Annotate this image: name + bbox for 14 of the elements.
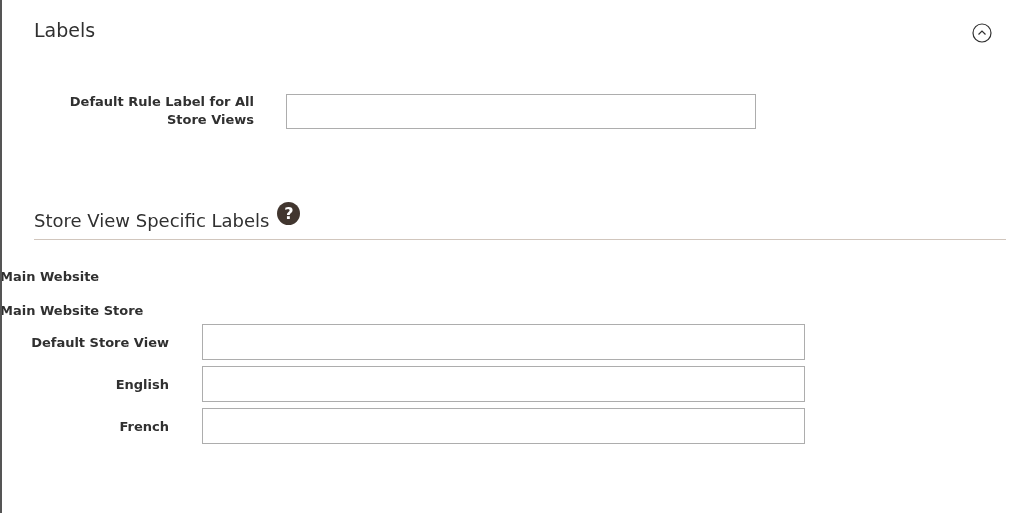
input-field[interactable] — [286, 93, 756, 129]
field-label: English — [114, 376, 169, 392]
input-field[interactable] — [202, 408, 805, 444]
input-field[interactable] — [202, 324, 805, 360]
field-label: Default Store View — [30, 334, 169, 350]
section-title: Labels — [34, 19, 96, 41]
input-field[interactable] — [202, 366, 805, 402]
website-label: Main Website — [2, 269, 101, 284]
store-label: Main Website Store — [2, 303, 145, 318]
help-icon[interactable]: ? — [277, 202, 301, 225]
field-label: French — [118, 418, 169, 434]
collapse-button[interactable] — [972, 23, 992, 43]
field-label: Default Rule Label for All Store Views — [68, 93, 254, 129]
section-title: Store View Specific Labels — [34, 210, 270, 231]
